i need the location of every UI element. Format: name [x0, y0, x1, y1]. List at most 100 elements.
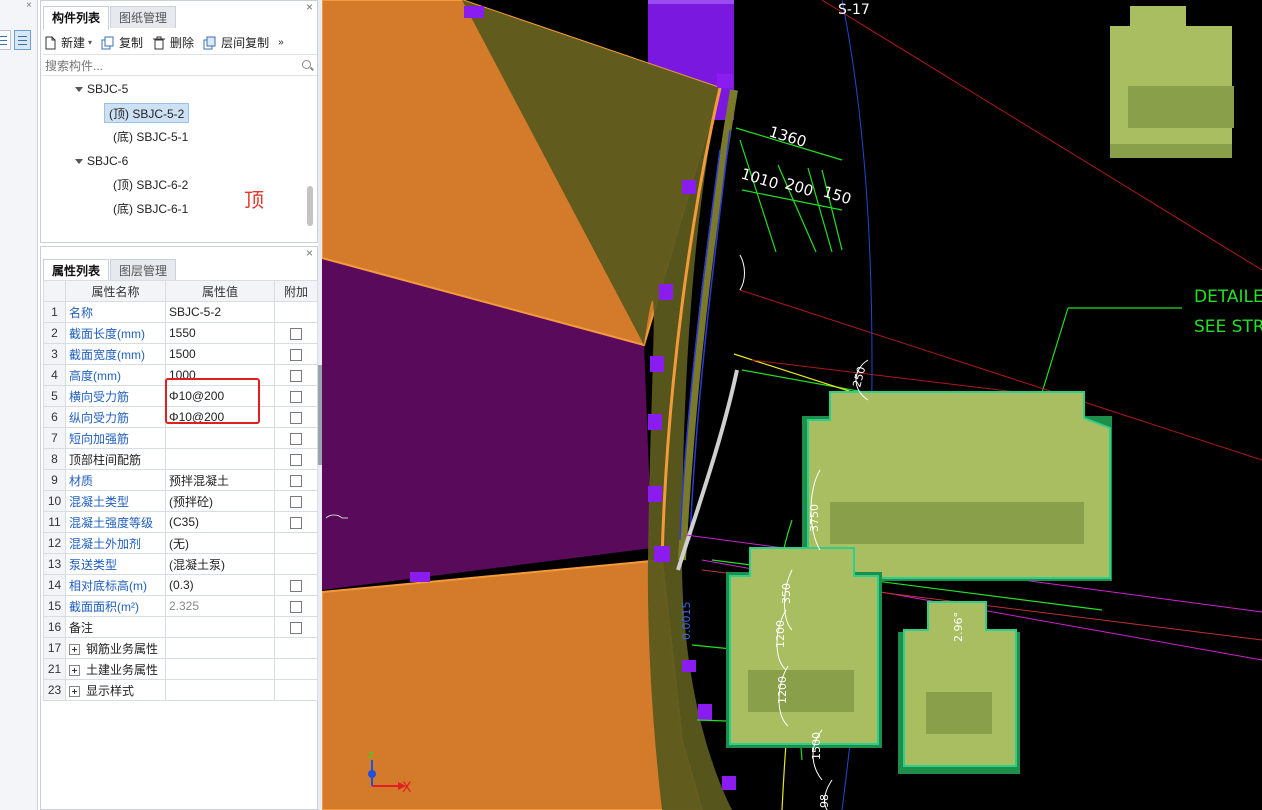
tree-item-sbjc-6-2[interactable]: (顶) SBJC-6-2 [113, 175, 188, 195]
property-row[interactable]: 1 名称 SBJC-5-2 [43, 301, 318, 323]
expand-icon[interactable] [69, 664, 80, 676]
attach-checkbox[interactable] [290, 474, 302, 487]
attach-checkbox[interactable] [290, 579, 302, 592]
search-icon[interactable] [302, 60, 311, 69]
floor-copy-button[interactable]: 层间复制 [203, 34, 269, 51]
property-name: 材质 [65, 469, 166, 491]
property-value[interactable]: (C35) [165, 511, 275, 533]
property-row[interactable]: 7 短向加强筋 [43, 427, 318, 449]
close-icon[interactable]: × [306, 1, 313, 13]
property-value[interactable]: SBJC-5-2 [165, 301, 275, 323]
more-tools-button[interactable]: » [278, 37, 284, 48]
row-number: 23 [43, 679, 66, 701]
floor-copy-icon [203, 36, 217, 50]
attach-checkbox[interactable] [290, 495, 302, 508]
property-value[interactable] [165, 658, 275, 680]
new-button[interactable]: 新建 ▾ [43, 34, 92, 51]
property-row[interactable]: 3 截面宽度(mm) 1500 [43, 343, 318, 365]
dim-label-150: 150 [821, 183, 854, 209]
expand-icon[interactable] [69, 685, 80, 697]
property-value[interactable] [165, 616, 275, 638]
property-extra [274, 511, 318, 533]
property-value[interactable]: 1500 [165, 343, 275, 365]
list-view-icon[interactable] [0, 30, 11, 50]
tab-drawing-management[interactable]: 图纸管理 [110, 6, 177, 28]
expand-icon[interactable] [69, 643, 80, 655]
tree-scrollbar[interactable] [307, 186, 313, 226]
attach-checkbox[interactable] [290, 348, 302, 361]
property-row[interactable]: 14 相对底标高(m) (0.3) [43, 574, 318, 596]
attach-checkbox[interactable] [290, 516, 302, 529]
footing-medium [729, 547, 879, 745]
property-extra [274, 469, 318, 491]
red-highlight-box [165, 378, 260, 424]
dropdown-arrow-icon[interactable]: ▾ [88, 38, 92, 47]
tree-item-sbjc-5-1[interactable]: (底) SBJC-5-1 [113, 127, 188, 147]
collapse-arrow-icon[interactable] [75, 159, 83, 165]
close-icon[interactable]: × [306, 247, 313, 259]
dim-label-angle: 2.96° [952, 612, 965, 642]
tab-layer-management[interactable]: 图层管理 [110, 259, 177, 281]
attach-checkbox[interactable] [290, 621, 302, 634]
attach-checkbox[interactable] [290, 453, 302, 466]
lower-orange-slab [322, 558, 704, 810]
attach-checkbox[interactable] [290, 411, 302, 424]
property-row[interactable]: 21 土建业务属性 [43, 658, 318, 680]
copy-button[interactable]: 复制 [101, 34, 143, 51]
property-name: 土建业务属性 [65, 658, 166, 680]
attach-checkbox[interactable] [290, 390, 302, 403]
property-value[interactable] [165, 679, 275, 701]
trash-icon [152, 36, 166, 50]
property-value[interactable] [165, 448, 275, 470]
property-row[interactable]: 15 截面面积(m²) 2.325 [43, 595, 318, 617]
property-row[interactable]: 23 显示样式 [43, 679, 318, 701]
property-row[interactable]: 9 材质 预拌混凝土 [43, 469, 318, 491]
axis-x-label: X [402, 780, 412, 796]
attach-checkbox[interactable] [290, 369, 302, 382]
search-input[interactable] [43, 56, 293, 75]
delete-button[interactable]: 删除 [152, 34, 194, 51]
property-value[interactable] [165, 427, 275, 449]
collapse-arrow-icon[interactable] [75, 87, 83, 93]
property-value[interactable]: (预拌砼) [165, 490, 275, 512]
close-icon[interactable]: × [26, 0, 32, 11]
property-value[interactable]: (无) [165, 532, 275, 554]
row-number: 12 [43, 532, 66, 554]
property-row[interactable]: 13 泵送类型 (混凝土泵) [43, 553, 318, 575]
property-row[interactable]: 11 混凝土强度等级 (C35) [43, 511, 318, 533]
row-number: 1 [43, 301, 66, 323]
property-row[interactable]: 12 混凝土外加剂 (无) [43, 532, 318, 554]
tree-item-sbjc-5-2[interactable]: (顶) SBJC-5-2 [104, 103, 190, 123]
cad-viewport[interactable]: 1360 1010 200 150 S-17 250 3750 350 1200… [322, 0, 1262, 810]
attach-checkbox[interactable] [290, 327, 302, 340]
floor-copy-label: 层间复制 [221, 36, 270, 50]
tree-group-sbjc-6[interactable]: SBJC-6 [75, 151, 128, 171]
attach-checkbox[interactable] [290, 432, 302, 445]
tree-item-sbjc-6-1[interactable]: (底) SBJC-6-1 [113, 199, 188, 219]
property-group-label: 土建业务属性 [86, 662, 159, 677]
property-row[interactable]: 8 顶部柱间配筋 [43, 448, 318, 470]
property-row[interactable]: 2 截面长度(mm) 1550 [43, 322, 318, 344]
property-value[interactable]: (0.3) [165, 574, 275, 596]
dim-label-250: 250 [850, 365, 868, 389]
property-row[interactable]: 16 备注 [43, 616, 318, 638]
property-row[interactable]: 10 混凝土类型 (预拌砼) [43, 490, 318, 512]
dim-label-1200-a: 1200 [774, 620, 787, 648]
property-value[interactable]: 2.325 [165, 595, 275, 617]
tab-component-list[interactable]: 构件列表 [43, 6, 110, 30]
property-value[interactable]: (混凝土泵) [165, 553, 275, 575]
property-name: 顶部柱间配筋 [65, 448, 166, 470]
property-header-row: 属性名称 属性值 附加 [43, 280, 318, 302]
attach-checkbox[interactable] [290, 600, 302, 613]
property-row[interactable]: 17 钢筋业务属性 [43, 637, 318, 659]
tree-group-sbjc-5[interactable]: SBJC-5 [75, 79, 128, 99]
row-number: 14 [43, 574, 66, 596]
property-name: 显示样式 [65, 679, 166, 701]
property-extra [274, 574, 318, 596]
property-value[interactable]: 1550 [165, 322, 275, 344]
detail-view-icon[interactable] [14, 30, 31, 50]
axis-z-label: Z [368, 751, 374, 760]
property-value[interactable]: 预拌混凝土 [165, 469, 275, 491]
property-value[interactable] [165, 637, 275, 659]
tree-group-label: SBJC-6 [87, 154, 129, 168]
